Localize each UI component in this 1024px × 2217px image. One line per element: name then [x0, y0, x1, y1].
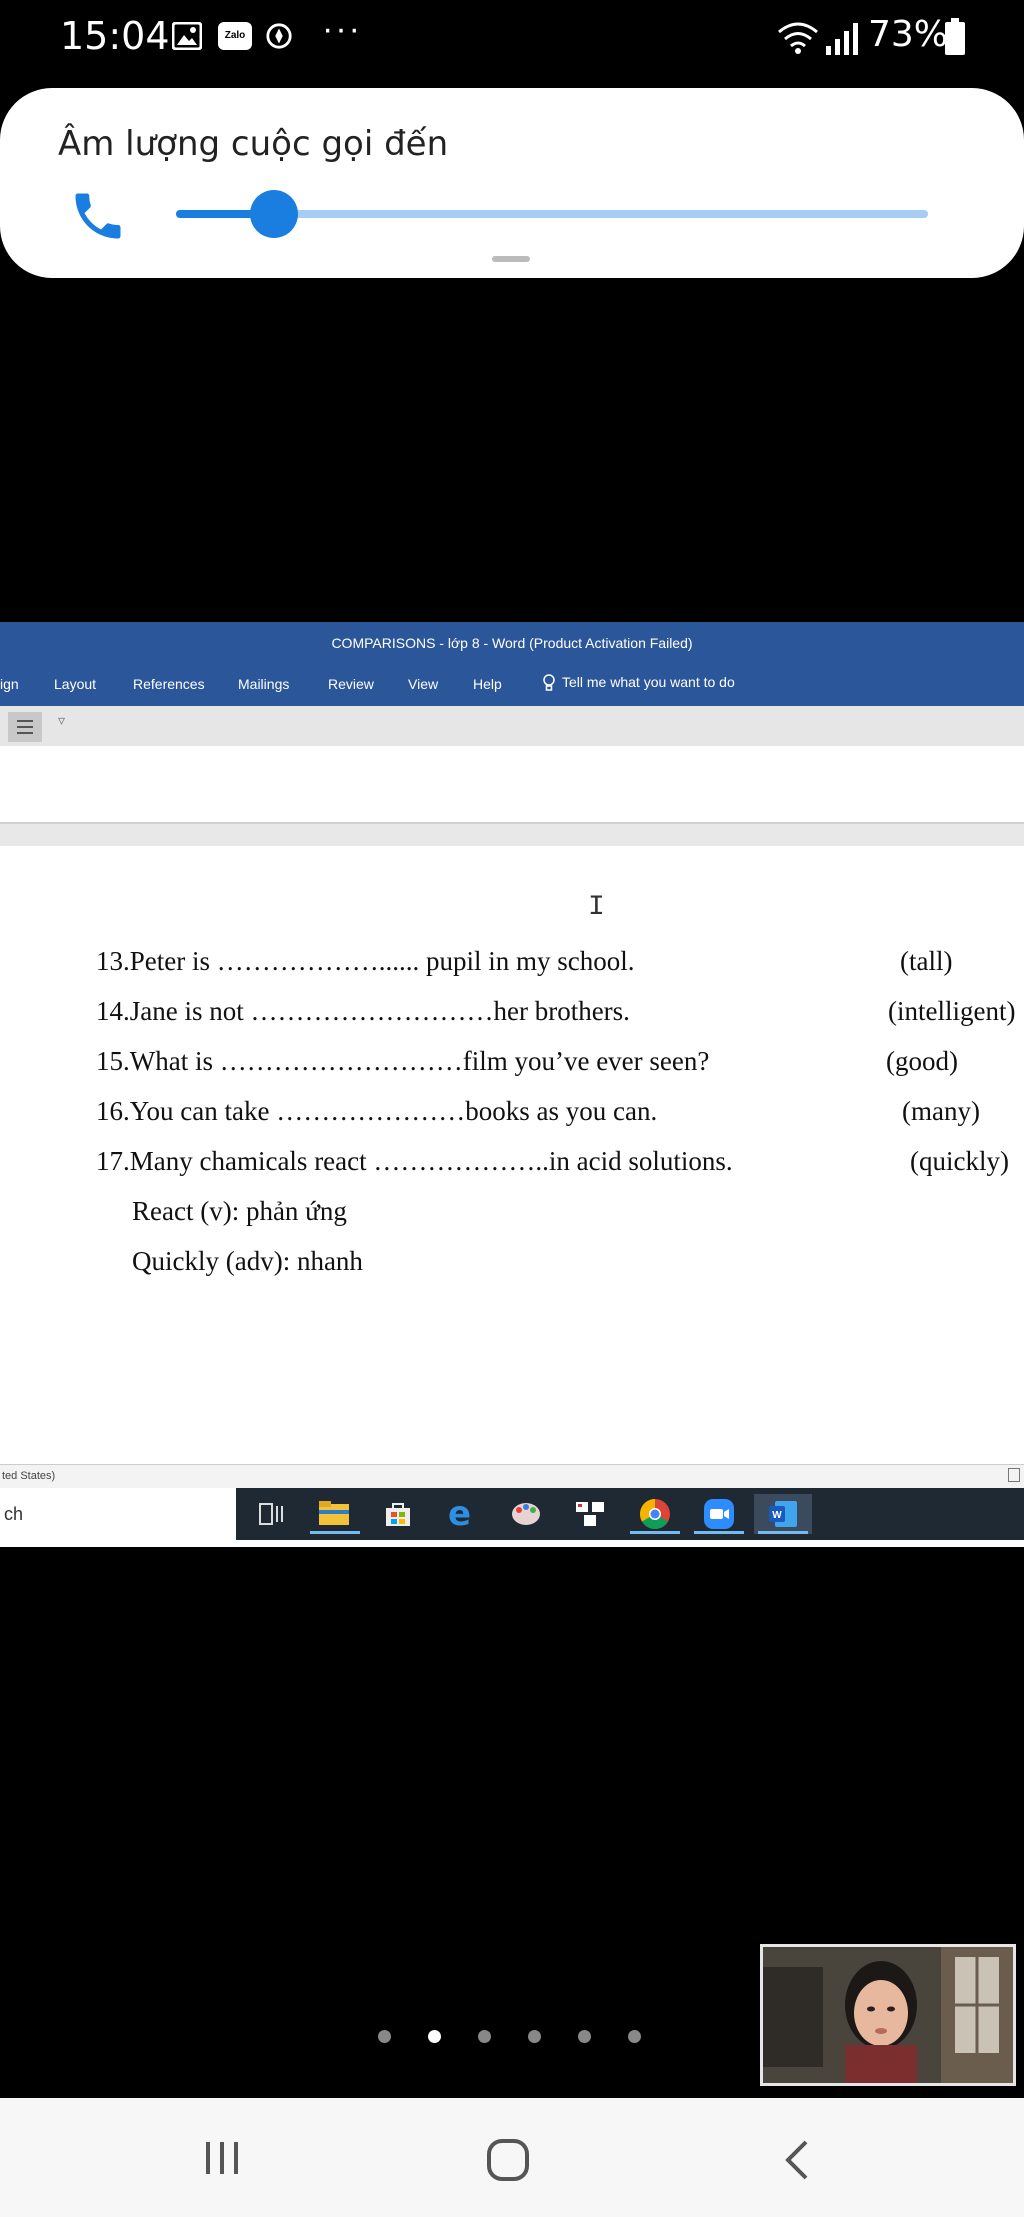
word-glyph: W [769, 1501, 797, 1527]
store-icon[interactable] [370, 1494, 428, 1534]
tab-mailings[interactable]: Mailings [238, 676, 289, 692]
page-indicator[interactable] [378, 2026, 658, 2046]
exercise-line-17: 17.Many chamicals react ………………..in acid … [96, 1146, 733, 1176]
tell-me-search[interactable]: Tell me what you want to do [542, 674, 735, 692]
task-view-icon[interactable] [248, 1494, 306, 1534]
align-icon [17, 720, 33, 734]
tab-layout[interactable]: Layout [54, 676, 96, 692]
back-icon[interactable] [782, 2138, 812, 2182]
volume-panel: Âm lượng cuộc gọi đến [0, 88, 1024, 278]
tell-me-text: Tell me what you want to do [562, 674, 735, 690]
compass-icon [266, 23, 292, 49]
word-ribbon-tabs: ign Layout References Mailings Review Vi… [0, 664, 1024, 706]
active-indicator [694, 1531, 744, 1534]
home-icon[interactable] [486, 2138, 530, 2182]
note-react: React (v): phản ứng [132, 1196, 347, 1226]
tab-references[interactable]: References [133, 676, 205, 692]
exercise-line-15: 15.What is ………………………film you’ve ever see… [96, 1046, 710, 1076]
battery-icon [945, 18, 965, 55]
word-window: COMPARISONS - lớp 8 - Word (Product Acti… [0, 622, 1024, 1547]
office-glyph [576, 1502, 604, 1526]
edge-icon[interactable]: e [434, 1494, 492, 1534]
recent-apps-icon[interactable] [202, 2140, 242, 2176]
word-status-bar: ted States) [0, 1464, 1024, 1489]
word-titlebar: COMPARISONS - lớp 8 - Word (Product Acti… [0, 622, 1024, 664]
panel-handle[interactable] [492, 256, 530, 262]
active-indicator [630, 1531, 680, 1534]
chrome-glyph [639, 1499, 670, 1530]
status-bar: 15:04 Zalo ··· 73% [0, 0, 1024, 76]
lightbulb-icon [543, 674, 555, 692]
office-app-icon[interactable] [562, 1494, 620, 1534]
edge-glyph: e [448, 1494, 472, 1534]
video-thumbnail[interactable] [760, 1944, 1016, 2086]
clock: 15:04 [60, 14, 170, 58]
hint-15: (good) [886, 1046, 958, 1076]
view-mode-icon[interactable] [1008, 1468, 1020, 1482]
taskbar-search-text: ch [4, 1504, 24, 1524]
page-dot[interactable] [478, 2030, 491, 2043]
exercise-line-16: 16.You can take …………………books as you can. [96, 1096, 658, 1126]
volume-title: Âm lượng cuộc gọi đến [58, 124, 449, 164]
zoom-glyph [704, 1499, 734, 1529]
volume-slider-thumb[interactable] [250, 190, 298, 238]
exercise-line-13: 13.Peter is ………………...... pupil in my sch… [96, 946, 635, 976]
paint-icon[interactable] [498, 1494, 556, 1534]
battery-percentage: 73% [868, 14, 949, 55]
navigation-bar [0, 2098, 1024, 2217]
folder-glyph [319, 1501, 349, 1525]
chevron-down-icon[interactable]: ▿ [58, 712, 65, 729]
quick-access-toolbar: ▿ [0, 706, 1024, 746]
file-explorer-icon[interactable] [306, 1494, 364, 1534]
palette-glyph [512, 1503, 540, 1525]
page-dot[interactable] [578, 2030, 591, 2043]
tab-design[interactable]: ign [0, 676, 19, 692]
word-app-icon[interactable]: W [754, 1494, 812, 1534]
hint-17: (quickly) [910, 1146, 1009, 1176]
store-bag-glyph [386, 1503, 410, 1526]
active-indicator [310, 1531, 360, 1534]
tab-view[interactable]: View [408, 676, 438, 692]
hint-13: (tall) [900, 946, 953, 976]
ruler-strip [0, 824, 1024, 846]
page-dot[interactable] [528, 2030, 541, 2043]
exercise-line-14: 14.Jane is not ………………………her brothers. [96, 996, 630, 1026]
zalo-label: Zalo [224, 30, 246, 41]
zoom-icon[interactable] [690, 1494, 748, 1534]
wifi-icon [778, 22, 818, 54]
document-title: COMPARISONS - lớp 8 - Word (Product Acti… [331, 635, 693, 651]
taskbar-search[interactable]: ch [0, 1488, 236, 1540]
page-dot[interactable] [628, 2030, 641, 2043]
signal-icon [826, 23, 858, 55]
page-dot[interactable] [428, 2030, 441, 2043]
participant-video [763, 1947, 1013, 2083]
chrome-icon[interactable] [626, 1494, 684, 1534]
windows-taskbar: ch e W [0, 1488, 1024, 1540]
volume-slider[interactable] [176, 190, 928, 238]
phone-icon[interactable] [68, 186, 128, 246]
tab-help[interactable]: Help [473, 676, 502, 692]
note-quickly: Quickly (adv): nhanh [132, 1246, 363, 1276]
language-status: ted States) [2, 1470, 56, 1482]
image-icon [172, 22, 202, 50]
ribbon-panel [0, 746, 1024, 824]
more-notifications-icon: ··· [322, 10, 362, 48]
page-dot[interactable] [378, 2030, 391, 2043]
document-page[interactable]: I 13.Peter is ………………...... pupil in my s… [0, 846, 1024, 1486]
tab-review[interactable]: Review [328, 676, 374, 692]
task-view-glyph [259, 1503, 283, 1525]
zalo-icon: Zalo [218, 22, 252, 50]
text-cursor-icon: I [588, 892, 605, 923]
active-indicator [758, 1531, 808, 1534]
hint-16: (many) [902, 1096, 980, 1126]
svg-text:W: W [772, 1510, 782, 1521]
hint-14: (intelligent) [888, 996, 1016, 1026]
align-button[interactable] [8, 712, 42, 742]
